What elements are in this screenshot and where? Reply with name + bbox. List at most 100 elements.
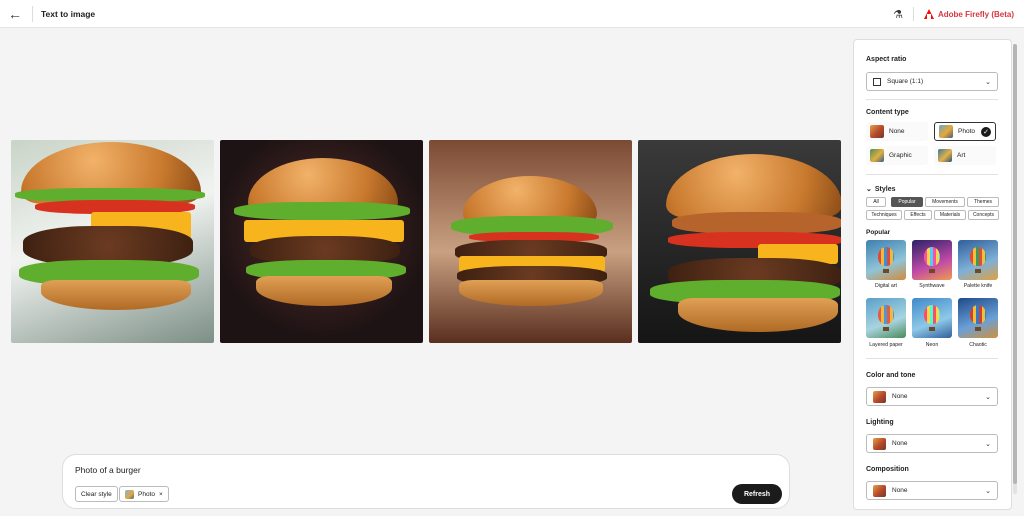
balloon-icon xyxy=(878,247,894,266)
style-tile-synthwave[interactable] xyxy=(912,240,952,280)
balloon-icon xyxy=(970,305,986,324)
none-thumbnail-icon xyxy=(873,437,886,450)
style-tab-all[interactable]: All xyxy=(866,197,886,207)
burger-bun-bottom xyxy=(256,276,392,306)
divider xyxy=(912,7,914,21)
divider xyxy=(866,174,998,175)
close-icon[interactable]: × xyxy=(159,491,163,498)
refresh-button[interactable]: Refresh xyxy=(732,484,782,504)
style-tab-techniques[interactable]: Techniques xyxy=(866,210,902,220)
composition-select[interactable]: None ⌄ xyxy=(866,481,998,500)
basket-icon xyxy=(929,269,935,273)
art-thumbnail-icon xyxy=(938,149,952,162)
basket-icon xyxy=(883,327,889,331)
burger-fried-chicken xyxy=(672,212,841,234)
styles-label: Styles xyxy=(874,185,896,193)
top-right-area: ⚗ Adobe Firefly (Beta) xyxy=(893,0,1014,28)
content-type-graphic[interactable]: Graphic xyxy=(866,146,928,165)
prompt-box[interactable]: Photo of a burger Clear style Photo × Re… xyxy=(62,454,790,509)
lighting-select[interactable]: None ⌄ xyxy=(866,434,998,453)
aspect-ratio-select[interactable]: Square (1:1) ⌄ xyxy=(866,72,998,91)
generated-image[interactable] xyxy=(11,140,214,343)
select-value: Square (1:1) xyxy=(887,78,924,85)
color-tone-select[interactable]: None ⌄ xyxy=(866,387,998,406)
style-tile-label: Digital art xyxy=(875,283,897,289)
flask-icon[interactable]: ⚗ xyxy=(893,8,903,21)
style-tile-neon[interactable] xyxy=(912,298,952,338)
divider xyxy=(32,5,33,22)
basket-icon xyxy=(975,269,981,273)
square-icon xyxy=(873,77,881,86)
burger-bun-top xyxy=(666,154,841,218)
option-label: Graphic xyxy=(889,152,912,159)
chip-label: Photo xyxy=(138,490,155,498)
composition-heading: Composition xyxy=(866,466,909,473)
prompt-input[interactable]: Photo of a burger xyxy=(75,465,141,475)
content-type-photo[interactable]: Photo ✓ xyxy=(934,122,996,141)
style-tile-palette-knife[interactable] xyxy=(958,240,998,280)
style-tile-label: Synthwave xyxy=(919,283,945,289)
content-type-none[interactable]: None xyxy=(866,122,928,141)
none-thumbnail-icon xyxy=(870,125,884,138)
style-tab-themes[interactable]: Themes xyxy=(967,197,999,207)
lighting-heading: Lighting xyxy=(866,419,894,426)
balloon-icon xyxy=(878,305,894,324)
chevron-down-icon: ⌄ xyxy=(985,393,991,401)
style-tile-label: Chaotic xyxy=(969,342,987,348)
balloon-icon xyxy=(924,305,940,324)
style-tab-popular[interactable]: Popular xyxy=(891,197,923,207)
style-tile-layered-paper[interactable] xyxy=(866,298,906,338)
graphic-thumbnail-icon xyxy=(870,149,884,162)
basket-icon xyxy=(975,327,981,331)
scrollbar-thumb[interactable] xyxy=(1013,44,1017,484)
burger-bun-bottom xyxy=(41,280,191,310)
burger-bun-bottom xyxy=(678,298,838,332)
page-title: Text to image xyxy=(41,8,96,19)
select-value: None xyxy=(892,440,908,447)
burger-lettuce xyxy=(234,202,410,220)
brand-name: Adobe Firefly (Beta) xyxy=(937,9,1014,19)
generated-image[interactable] xyxy=(429,140,632,343)
content-type-art[interactable]: Art xyxy=(934,146,996,165)
balloon-icon xyxy=(970,247,986,266)
chevron-down-icon: ⌄ xyxy=(866,186,872,193)
select-value: None xyxy=(892,393,908,400)
color-tone-heading: Color and tone xyxy=(866,372,916,379)
none-thumbnail-icon xyxy=(873,484,886,497)
aspect-ratio-heading: Aspect ratio xyxy=(866,56,907,63)
image-gallery xyxy=(11,140,841,343)
brand[interactable]: Adobe Firefly (Beta) xyxy=(923,9,1014,19)
style-tile-label: Palette knife xyxy=(963,283,993,289)
basket-icon xyxy=(929,327,935,331)
style-tile-chaotic[interactable] xyxy=(958,298,998,338)
generated-image[interactable] xyxy=(220,140,423,343)
content-type-heading: Content type xyxy=(866,109,909,116)
clear-style-chip[interactable]: Clear style xyxy=(75,486,118,502)
chevron-down-icon: ⌄ xyxy=(985,78,991,86)
popular-heading: Popular xyxy=(866,229,891,236)
basket-icon xyxy=(883,269,889,273)
generated-image[interactable] xyxy=(638,140,841,343)
option-label: None xyxy=(889,128,905,135)
option-label: Photo xyxy=(958,128,975,135)
checkmark-icon: ✓ xyxy=(981,126,991,137)
divider xyxy=(866,99,998,100)
photo-chip[interactable]: Photo × xyxy=(119,486,169,502)
photo-thumbnail-icon xyxy=(939,125,953,138)
top-bar: ← Text to image ⚗ Adobe Firefly (Beta) xyxy=(0,0,1024,28)
chevron-down-icon: ⌄ xyxy=(985,440,991,448)
style-tab-effects[interactable]: Effects xyxy=(904,210,932,220)
back-arrow-icon[interactable]: ← xyxy=(0,0,30,28)
adobe-logo-icon xyxy=(923,9,934,19)
divider xyxy=(866,358,998,359)
settings-panel: Aspect ratio Square (1:1) ⌄ Content type… xyxy=(853,39,1012,510)
none-thumbnail-icon xyxy=(873,390,886,403)
style-tile-digital-art[interactable] xyxy=(866,240,906,280)
panel-scrollbar[interactable] xyxy=(1013,44,1017,494)
style-tile-label: Layered paper xyxy=(869,342,903,348)
style-tab-materials[interactable]: Materials xyxy=(934,210,966,220)
style-tab-concepts[interactable]: Concepts xyxy=(968,210,999,220)
style-tab-movements[interactable]: Movements xyxy=(925,197,965,207)
balloon-icon xyxy=(924,247,940,266)
styles-heading[interactable]: ⌄ Styles xyxy=(866,185,896,194)
